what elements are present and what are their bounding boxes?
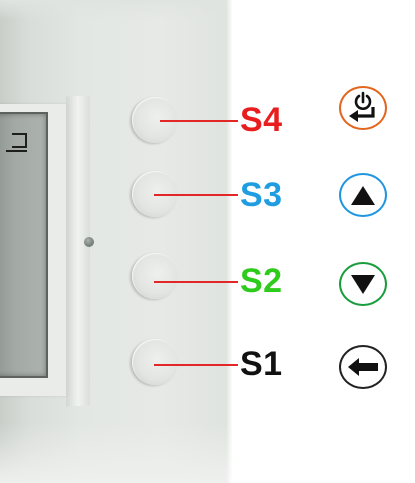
hardware-button-s2[interactable] <box>132 253 178 299</box>
key-label-s1-text: S1 <box>240 345 283 383</box>
arrow-left-icon <box>339 345 387 389</box>
key-label-s2: S2 <box>240 264 283 298</box>
connector-line-s4 <box>160 120 238 122</box>
key-label-s4-text: S4 <box>240 101 283 139</box>
key-label-s3: S3 <box>240 178 283 212</box>
key-label-s3-text: S3 <box>240 176 283 214</box>
panel-shading <box>0 0 232 20</box>
device-panel <box>0 0 232 483</box>
hardware-button-s1[interactable] <box>132 339 178 385</box>
key-label-s2-text: S2 <box>240 262 283 300</box>
arrow-down-icon <box>339 262 387 306</box>
connector-line-s3 <box>154 194 238 196</box>
key-label-s1: S1 <box>240 347 283 381</box>
status-led <box>84 237 94 247</box>
panel-bottom-shading <box>0 423 232 483</box>
connector-line-s2 <box>154 281 238 283</box>
arrow-up-icon <box>339 173 387 217</box>
power-enter-icon <box>339 86 387 130</box>
panel-groove <box>66 95 90 407</box>
key-label-s4: S4 <box>240 103 283 137</box>
connector-line-s1 <box>154 364 238 366</box>
lcd-glyph-icon <box>6 133 27 152</box>
